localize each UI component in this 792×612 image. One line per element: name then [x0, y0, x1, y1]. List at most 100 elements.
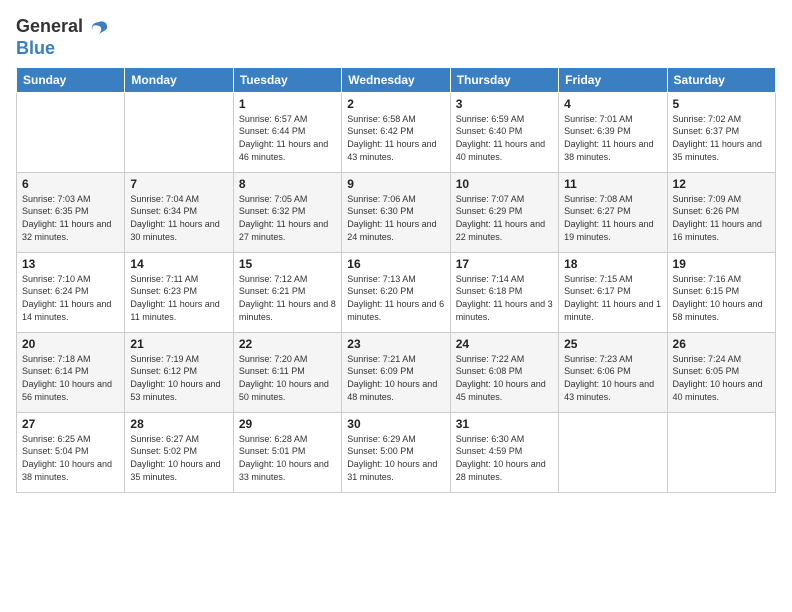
- day-number: 23: [347, 337, 444, 351]
- day-number: 6: [22, 177, 119, 191]
- day-number: 31: [456, 417, 553, 431]
- day-info: Sunrise: 7:10 AM Sunset: 6:24 PM Dayligh…: [22, 273, 119, 323]
- day-number: 12: [673, 177, 770, 191]
- day-cell: 9Sunrise: 7:06 AM Sunset: 6:30 PM Daylig…: [342, 172, 450, 252]
- calendar-table: SundayMondayTuesdayWednesdayThursdayFrid…: [16, 67, 776, 493]
- day-info: Sunrise: 7:23 AM Sunset: 6:06 PM Dayligh…: [564, 353, 661, 403]
- day-cell: 3 Sunrise: 6:59 AM Sunset: 6:40 PM Daylig…: [450, 92, 558, 172]
- day-cell: 13 Sunrise: 7:10 AM Sunset: 6:24 PM Dayli…: [17, 252, 125, 332]
- day-cell: 12 Sunrise: 7:09 AM Sunset: 6:26 PM Dayli…: [667, 172, 775, 252]
- logo-bird-icon: [89, 18, 109, 38]
- day-number: 27: [22, 417, 119, 431]
- day-info: Sunrise: 6:25 AM Sunset: 5:04 PM Dayligh…: [22, 433, 119, 483]
- day-info: Sunrise: 6:59 AM Sunset: 6:40 PM Dayligh…: [456, 113, 553, 163]
- logo-general: General: [16, 16, 83, 36]
- day-cell: [125, 92, 233, 172]
- day-info: Sunrise: 7:21 AM Sunset: 6:09 PM Dayligh…: [347, 353, 444, 403]
- day-info: Sunrise: 7:05 AM Sunset: 6:32 PM Dayligh…: [239, 193, 336, 243]
- day-info: Sunrise: 6:57 AM Sunset: 6:44 PM Dayligh…: [239, 113, 336, 163]
- day-cell: 20Sunrise: 7:18 AM Sunset: 6:14 PM Dayli…: [17, 332, 125, 412]
- day-cell: 16 Sunrise: 7:13 AM Sunset: 6:20 PM Dayli…: [342, 252, 450, 332]
- day-info: Sunrise: 7:15 AM Sunset: 6:17 PM Dayligh…: [564, 273, 661, 323]
- day-info: Sunrise: 7:08 AM Sunset: 6:27 PM Dayligh…: [564, 193, 661, 243]
- day-number: 4: [564, 97, 661, 111]
- col-header-monday: Monday: [125, 67, 233, 92]
- day-number: 29: [239, 417, 336, 431]
- day-cell: 7 Sunrise: 7:04 AM Sunset: 6:34 PM Daylig…: [125, 172, 233, 252]
- day-cell: 15Sunrise: 7:12 AM Sunset: 6:21 PM Dayli…: [233, 252, 341, 332]
- day-number: 26: [673, 337, 770, 351]
- day-info: Sunrise: 7:02 AM Sunset: 6:37 PM Dayligh…: [673, 113, 770, 163]
- day-info: Sunrise: 7:13 AM Sunset: 6:20 PM Dayligh…: [347, 273, 444, 323]
- calendar-header-row: SundayMondayTuesdayWednesdayThursdayFrid…: [17, 67, 776, 92]
- day-info: Sunrise: 6:30 AM Sunset: 4:59 PM Dayligh…: [456, 433, 553, 483]
- day-cell: 11Sunrise: 7:08 AM Sunset: 6:27 PM Dayli…: [559, 172, 667, 252]
- day-cell: 10Sunrise: 7:07 AM Sunset: 6:29 PM Dayli…: [450, 172, 558, 252]
- day-cell: 26 Sunrise: 7:24 AM Sunset: 6:05 PM Dayli…: [667, 332, 775, 412]
- week-row-5: 27 Sunrise: 6:25 AM Sunset: 5:04 PM Dayli…: [17, 412, 776, 492]
- day-number: 22: [239, 337, 336, 351]
- day-number: 24: [456, 337, 553, 351]
- day-number: 3: [456, 97, 553, 111]
- day-cell: 1 Sunrise: 6:57 AM Sunset: 6:44 PM Daylig…: [233, 92, 341, 172]
- page-header: General Blue: [16, 16, 776, 59]
- col-header-sunday: Sunday: [17, 67, 125, 92]
- day-info: Sunrise: 6:28 AM Sunset: 5:01 PM Dayligh…: [239, 433, 336, 483]
- day-info: Sunrise: 6:58 AM Sunset: 6:42 PM Dayligh…: [347, 113, 444, 163]
- day-number: 13: [22, 257, 119, 271]
- day-number: 1: [239, 97, 336, 111]
- day-info: Sunrise: 7:24 AM Sunset: 6:05 PM Dayligh…: [673, 353, 770, 403]
- day-number: 18: [564, 257, 661, 271]
- day-number: 8: [239, 177, 336, 191]
- day-cell: 30Sunrise: 6:29 AM Sunset: 5:00 PM Dayli…: [342, 412, 450, 492]
- day-info: Sunrise: 7:07 AM Sunset: 6:29 PM Dayligh…: [456, 193, 553, 243]
- day-info: Sunrise: 7:06 AM Sunset: 6:30 PM Dayligh…: [347, 193, 444, 243]
- day-info: Sunrise: 7:09 AM Sunset: 6:26 PM Dayligh…: [673, 193, 770, 243]
- col-header-friday: Friday: [559, 67, 667, 92]
- day-cell: 23 Sunrise: 7:21 AM Sunset: 6:09 PM Dayli…: [342, 332, 450, 412]
- day-cell: 6 Sunrise: 7:03 AM Sunset: 6:35 PM Daylig…: [17, 172, 125, 252]
- day-info: Sunrise: 7:14 AM Sunset: 6:18 PM Dayligh…: [456, 273, 553, 323]
- day-cell: 24 Sunrise: 7:22 AM Sunset: 6:08 PM Dayli…: [450, 332, 558, 412]
- week-row-2: 6 Sunrise: 7:03 AM Sunset: 6:35 PM Daylig…: [17, 172, 776, 252]
- day-number: 14: [130, 257, 227, 271]
- day-cell: 25 Sunrise: 7:23 AM Sunset: 6:06 PM Dayli…: [559, 332, 667, 412]
- logo: General Blue: [16, 16, 109, 59]
- day-info: Sunrise: 6:27 AM Sunset: 5:02 PM Dayligh…: [130, 433, 227, 483]
- day-cell: 22 Sunrise: 7:20 AM Sunset: 6:11 PM Dayli…: [233, 332, 341, 412]
- day-info: Sunrise: 7:22 AM Sunset: 6:08 PM Dayligh…: [456, 353, 553, 403]
- day-cell: 29 Sunrise: 6:28 AM Sunset: 5:01 PM Dayli…: [233, 412, 341, 492]
- week-row-3: 13 Sunrise: 7:10 AM Sunset: 6:24 PM Dayli…: [17, 252, 776, 332]
- col-header-thursday: Thursday: [450, 67, 558, 92]
- day-number: 21: [130, 337, 227, 351]
- day-cell: [17, 92, 125, 172]
- day-info: Sunrise: 7:04 AM Sunset: 6:34 PM Dayligh…: [130, 193, 227, 243]
- day-info: Sunrise: 7:11 AM Sunset: 6:23 PM Dayligh…: [130, 273, 227, 323]
- day-number: 2: [347, 97, 444, 111]
- day-cell: 5Sunrise: 7:02 AM Sunset: 6:37 PM Daylig…: [667, 92, 775, 172]
- day-info: Sunrise: 7:16 AM Sunset: 6:15 PM Dayligh…: [673, 273, 770, 323]
- day-cell: 19 Sunrise: 7:16 AM Sunset: 6:15 PM Dayli…: [667, 252, 775, 332]
- logo-blue: Blue: [16, 38, 55, 58]
- day-cell: 4 Sunrise: 7:01 AM Sunset: 6:39 PM Daylig…: [559, 92, 667, 172]
- col-header-saturday: Saturday: [667, 67, 775, 92]
- day-info: Sunrise: 7:03 AM Sunset: 6:35 PM Dayligh…: [22, 193, 119, 243]
- day-cell: 17Sunrise: 7:14 AM Sunset: 6:18 PM Dayli…: [450, 252, 558, 332]
- day-cell: 14 Sunrise: 7:11 AM Sunset: 6:23 PM Dayli…: [125, 252, 233, 332]
- day-number: 28: [130, 417, 227, 431]
- day-number: 16: [347, 257, 444, 271]
- day-cell: 18 Sunrise: 7:15 AM Sunset: 6:17 PM Dayli…: [559, 252, 667, 332]
- day-info: Sunrise: 7:20 AM Sunset: 6:11 PM Dayligh…: [239, 353, 336, 403]
- day-number: 7: [130, 177, 227, 191]
- day-number: 20: [22, 337, 119, 351]
- day-number: 19: [673, 257, 770, 271]
- day-cell: 8 Sunrise: 7:05 AM Sunset: 6:32 PM Daylig…: [233, 172, 341, 252]
- day-info: Sunrise: 7:12 AM Sunset: 6:21 PM Dayligh…: [239, 273, 336, 323]
- day-info: Sunrise: 7:01 AM Sunset: 6:39 PM Dayligh…: [564, 113, 661, 163]
- col-header-wednesday: Wednesday: [342, 67, 450, 92]
- day-number: 30: [347, 417, 444, 431]
- calendar-body: 1 Sunrise: 6:57 AM Sunset: 6:44 PM Daylig…: [17, 92, 776, 492]
- day-number: 25: [564, 337, 661, 351]
- day-cell: [667, 412, 775, 492]
- day-cell: 31 Sunrise: 6:30 AM Sunset: 4:59 PM Dayli…: [450, 412, 558, 492]
